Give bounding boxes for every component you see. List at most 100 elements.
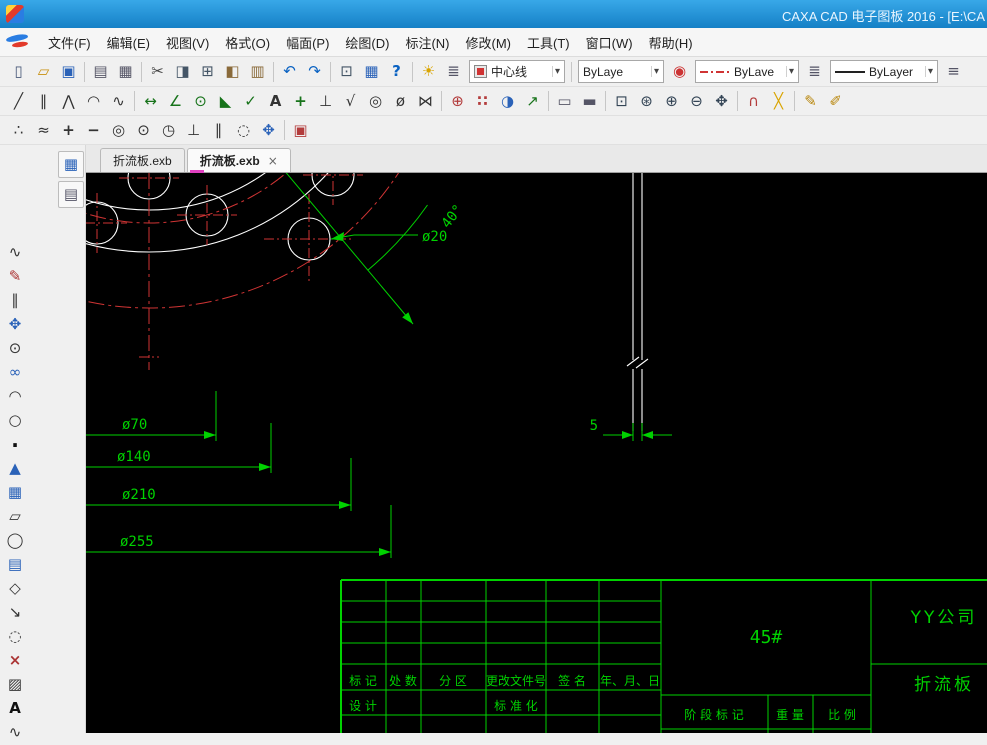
- parallel-icon[interactable]: [31, 89, 56, 114]
- polygon-icon[interactable]: [2, 577, 28, 600]
- menu-format[interactable]: 格式(O): [217, 29, 278, 56]
- colorwheel-icon[interactable]: [667, 59, 692, 84]
- plot-icon[interactable]: [88, 59, 113, 84]
- drawing-canvas[interactable]: ø20 40° ø70 ø140 ø210 ø255 5 标 记 处 数 分 区…: [86, 173, 987, 733]
- tab-close-icon[interactable]: ×: [268, 154, 278, 168]
- linewidth-combo[interactable]: ByLayer: [830, 60, 938, 83]
- paste-icon[interactable]: [220, 59, 245, 84]
- linetype-combo[interactable]: ByLave: [695, 60, 799, 83]
- tab-document-1[interactable]: 折流板.exb: [100, 148, 185, 172]
- triangle-icon[interactable]: [2, 457, 28, 480]
- paper-frame-icon[interactable]: [552, 89, 577, 114]
- perpendicular-icon[interactable]: [181, 118, 206, 143]
- spline-icon[interactable]: [106, 89, 131, 114]
- cross-mark-icon[interactable]: [2, 649, 28, 672]
- leader-icon[interactable]: [520, 89, 545, 114]
- new-icon[interactable]: [6, 59, 31, 84]
- cut-icon[interactable]: [145, 59, 170, 84]
- arrow-line-icon[interactable]: [2, 601, 28, 624]
- zoom-window-icon[interactable]: [609, 89, 634, 114]
- color-combo[interactable]: ByLaye: [578, 60, 664, 83]
- brush-icon[interactable]: [823, 89, 848, 114]
- roughness-icon[interactable]: [338, 89, 363, 114]
- brush2-icon[interactable]: [2, 265, 28, 288]
- menu-edit[interactable]: 编辑(E): [99, 29, 158, 56]
- bulb-icon[interactable]: [416, 59, 441, 84]
- drawing-area[interactable]: ø20 40° ø70 ø140 ø210 ø255 5 标 记 处 数 分 区…: [86, 173, 987, 733]
- ole-icon[interactable]: [334, 59, 359, 84]
- menu-help[interactable]: 帮助(H): [641, 29, 701, 56]
- redo-icon[interactable]: [302, 59, 327, 84]
- ellipse-dash-icon[interactable]: [2, 625, 28, 648]
- move-tool-icon[interactable]: [2, 313, 28, 336]
- lasso-icon[interactable]: [231, 118, 256, 143]
- point-draw-icon[interactable]: [2, 433, 28, 456]
- point-style-icon[interactable]: [6, 118, 31, 143]
- circle-point-icon[interactable]: [131, 118, 156, 143]
- menu-window[interactable]: 窗口(W): [578, 29, 641, 56]
- dim-check-icon[interactable]: [238, 89, 263, 114]
- dash-point-icon[interactable]: [81, 118, 106, 143]
- pan-icon[interactable]: [709, 89, 734, 114]
- jog-icon[interactable]: [31, 118, 56, 143]
- text-icon[interactable]: [263, 89, 288, 114]
- width-mgr-icon[interactable]: [941, 59, 966, 84]
- menu-file[interactable]: 文件(F): [40, 29, 99, 56]
- menu-dim[interactable]: 标注(N): [397, 29, 457, 56]
- polyline-icon[interactable]: [56, 89, 81, 114]
- hatch-icon[interactable]: [2, 673, 28, 696]
- line-icon[interactable]: [6, 89, 31, 114]
- linetype-mgr-icon[interactable]: [802, 59, 827, 84]
- parallel-snap-icon[interactable]: [206, 118, 231, 143]
- dim-linear-icon[interactable]: [138, 89, 163, 114]
- arc-icon[interactable]: [81, 89, 106, 114]
- table-icon[interactable]: [359, 59, 384, 84]
- center-hole-icon[interactable]: [445, 89, 470, 114]
- pen-icon[interactable]: [798, 89, 823, 114]
- print-icon[interactable]: [113, 59, 138, 84]
- menu-tools[interactable]: 工具(T): [519, 29, 578, 56]
- clock-icon[interactable]: [156, 118, 181, 143]
- copy-icon[interactable]: [170, 59, 195, 84]
- stamp-icon[interactable]: [288, 118, 313, 143]
- balloon-icon[interactable]: [363, 89, 388, 114]
- layers-icon[interactable]: [441, 59, 466, 84]
- tolerance-icon[interactable]: [388, 89, 413, 114]
- tab-document-2[interactable]: 折流板.exb ×: [186, 148, 291, 173]
- snap-icon[interactable]: [741, 89, 766, 114]
- sphere-icon[interactable]: [495, 89, 520, 114]
- copy-base-icon[interactable]: [195, 59, 220, 84]
- paste-special-icon[interactable]: [245, 59, 270, 84]
- cross-guide-icon[interactable]: [766, 89, 791, 114]
- zoom-all-icon[interactable]: [634, 89, 659, 114]
- sheet-order-icon[interactable]: [58, 181, 84, 208]
- dim-angular-icon[interactable]: [163, 89, 188, 114]
- menu-sheet[interactable]: 幅面(P): [278, 29, 337, 56]
- target-icon[interactable]: [106, 118, 131, 143]
- title-bar-icon[interactable]: [577, 89, 602, 114]
- grid-dots-icon[interactable]: [470, 89, 495, 114]
- save-icon[interactable]: [56, 59, 81, 84]
- menu-draw[interactable]: 绘图(D): [337, 29, 397, 56]
- menu-view[interactable]: 视图(V): [158, 29, 217, 56]
- grid-array-icon[interactable]: [2, 481, 28, 504]
- cross-point-icon[interactable]: [56, 118, 81, 143]
- circle-center-icon[interactable]: [2, 337, 28, 360]
- dim-radial-icon[interactable]: [188, 89, 213, 114]
- ellipse-draw-icon[interactable]: [2, 529, 28, 552]
- move-point-icon[interactable]: [256, 118, 281, 143]
- dim-coord-icon[interactable]: [288, 89, 313, 114]
- weld-icon[interactable]: [413, 89, 438, 114]
- datum-icon[interactable]: [313, 89, 338, 114]
- arc-draw-icon[interactable]: [2, 385, 28, 408]
- parallel-draw-icon[interactable]: [2, 289, 28, 312]
- zoom-out-icon[interactable]: [684, 89, 709, 114]
- help-icon[interactable]: [384, 59, 409, 84]
- sheet-grid-icon[interactable]: [58, 151, 84, 178]
- open-icon[interactable]: [31, 59, 56, 84]
- menu-modify[interactable]: 修改(M): [458, 29, 520, 56]
- circle-small-icon[interactable]: [2, 409, 28, 432]
- rect-fold-icon[interactable]: [2, 505, 28, 528]
- dim-chamfer-icon[interactable]: [213, 89, 238, 114]
- text-a-icon[interactable]: [2, 697, 28, 720]
